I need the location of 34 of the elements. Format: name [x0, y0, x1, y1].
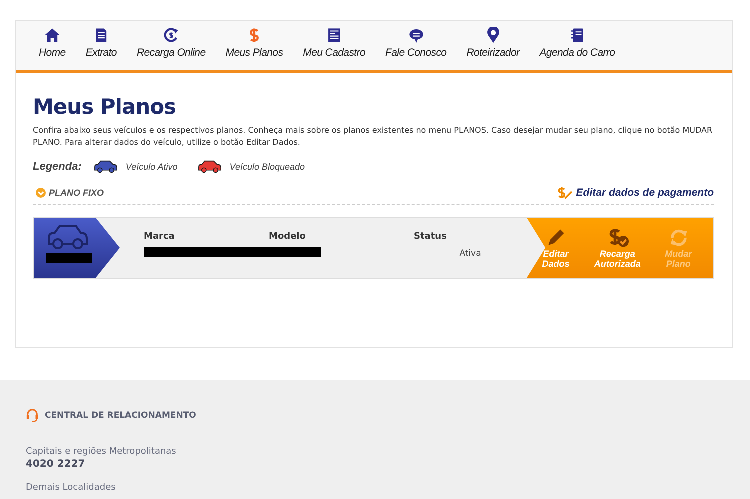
speech-bubble-icon — [408, 27, 425, 44]
chevron-icon — [36, 188, 46, 198]
headset-icon — [26, 408, 39, 423]
map-pin-icon — [484, 27, 502, 44]
legend-text: Veículo Ativo — [126, 162, 178, 172]
column-header: Modelo — [269, 232, 307, 242]
nav-item[interactable]: Meus Planos — [216, 27, 292, 70]
dollar-pencil-icon — [556, 186, 574, 200]
status-value: Ativa — [460, 249, 482, 259]
plan-name: PLANO FIXO — [49, 188, 104, 198]
redaction-bar — [46, 253, 92, 263]
nav-item[interactable]: Roteirizador — [458, 27, 529, 70]
dollar-refresh-icon — [162, 27, 180, 44]
contact-label: Capitais e regiões Metropolitanas — [26, 447, 178, 457]
form-icon — [326, 27, 343, 44]
edit-payment-link[interactable]: Editar dados de pagamento — [576, 187, 714, 199]
legend-label: Legenda: — [33, 160, 82, 172]
home-icon — [44, 27, 61, 44]
nav-item[interactable]: Recarga Online — [128, 27, 215, 70]
nav-item[interactable]: Fale Conosco — [376, 27, 456, 70]
car-icon — [46, 223, 90, 251]
phone-number: 4020 2227 — [26, 459, 86, 470]
page-title: Meus Planos — [33, 95, 178, 119]
footer-heading: CENTRAL DE RELACIONAMENTO — [45, 410, 196, 420]
column-header: Status — [414, 232, 447, 242]
notebook-icon — [568, 27, 586, 44]
nav-item[interactable]: Meu Cadastro — [294, 27, 375, 70]
legend-text: Veículo Bloqueado — [230, 162, 306, 172]
nav-item[interactable]: Home — [30, 27, 75, 70]
intro-paragraph: Confira abaixo seus veículos e os respectivos planos. Conheça mais sobre os planos existentes no menu PLANOS. Caso desejar mudar seu plano, clique no botão MUDAR PLANO. Para alterar dados do veículo, utilize o botão Editar Dados. — [33, 125, 714, 149]
contact-label: Demais Localidades — [26, 483, 117, 493]
column-header: Marca — [144, 232, 176, 242]
nav-item[interactable]: Extrato — [76, 27, 126, 70]
nav-item[interactable]: Agenda do Carro — [530, 27, 624, 70]
